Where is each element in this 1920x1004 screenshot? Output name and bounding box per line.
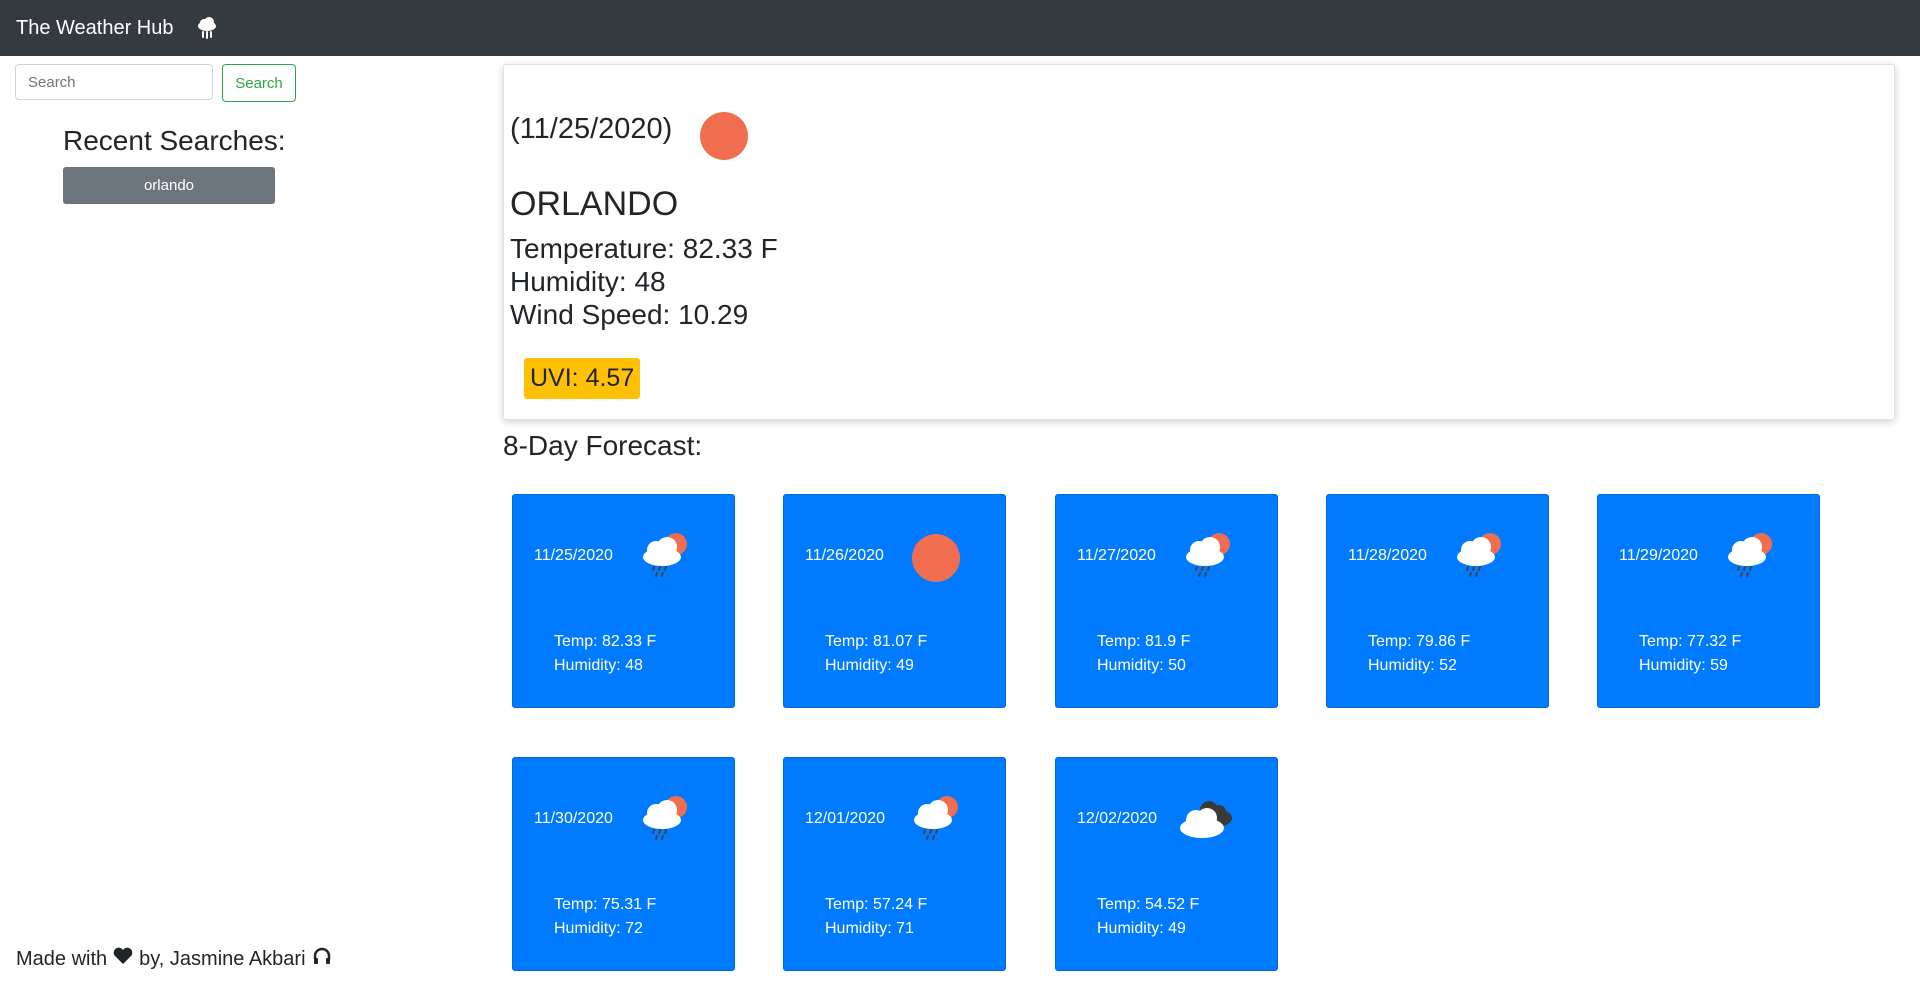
current-weather-card: (11/25/2020) ORLANDO Temperature: 82.33 … bbox=[503, 64, 1895, 420]
rain-sun-cloud-icon bbox=[908, 792, 962, 847]
uvi-badge: UVI: 4.57 bbox=[524, 358, 641, 399]
forecast-card: 11/27/2020 Temp: 81.9 F Humidity: 50 bbox=[1055, 494, 1278, 708]
current-temperature: Temperature: 82.33 F bbox=[510, 233, 778, 264]
forecast-temp: Temp: 79.86 F bbox=[1368, 633, 1471, 650]
forecast-date: 11/25/2020 bbox=[534, 547, 613, 564]
current-wind-speed: Wind Speed: 10.29 bbox=[510, 299, 749, 330]
forecast-temp: Temp: 81.07 F bbox=[825, 633, 928, 650]
rain-sun-cloud-icon bbox=[637, 792, 691, 847]
forecast-card: 12/02/2020 Temp: 54.52 F Humidity: 49 bbox=[1055, 757, 1278, 971]
forecast-humidity: Humidity: 72 bbox=[554, 920, 643, 937]
forecast-card: 11/29/2020 Temp: 77.32 F Humidity: 59 bbox=[1597, 494, 1820, 708]
forecast-humidity: Humidity: 52 bbox=[1368, 657, 1457, 674]
footer-made-with: Made with bbox=[16, 947, 108, 970]
headphones-icon bbox=[312, 946, 332, 972]
rain-sun-cloud-icon bbox=[1451, 529, 1505, 584]
forecast-card: 11/28/2020 Temp: 79.86 F Humidity: 52 bbox=[1326, 494, 1549, 708]
forecast-humidity: Humidity: 71 bbox=[825, 920, 914, 937]
current-humidity: Humidity: 48 bbox=[510, 266, 666, 297]
forecast-humidity: Humidity: 59 bbox=[1639, 657, 1728, 674]
search-input[interactable] bbox=[15, 64, 213, 100]
forecast-card: 11/25/2020 Temp: 82.33 F Humidity: 48 bbox=[512, 494, 735, 708]
heart-icon bbox=[113, 947, 133, 971]
forecast-humidity: Humidity: 50 bbox=[1097, 657, 1186, 674]
footer: Made with by, Jasmine Akbari bbox=[16, 946, 332, 972]
search-button[interactable]: Search bbox=[222, 64, 296, 102]
brand-title[interactable]: The Weather Hub bbox=[16, 17, 174, 40]
cloud-rain-icon bbox=[196, 17, 218, 39]
forecast-title: 8-Day Forecast: bbox=[503, 430, 703, 461]
forecast-temp: Temp: 54.52 F bbox=[1097, 896, 1200, 913]
forecast-card: 11/26/2020 Temp: 81.07 F Humidity: 49 bbox=[783, 494, 1006, 708]
recent-searches-title: Recent Searches: bbox=[63, 125, 286, 156]
city-name: ORLANDO bbox=[510, 185, 679, 223]
forecast-temp: Temp: 81.9 F bbox=[1097, 633, 1191, 650]
footer-author: by, Jasmine Akbari bbox=[139, 947, 306, 970]
recent-search-item[interactable]: orlando bbox=[63, 167, 275, 204]
sun-icon bbox=[911, 533, 961, 588]
forecast-card: 12/01/2020 Temp: 57.24 F Humidity: 71 bbox=[783, 757, 1006, 971]
forecast-date: 11/27/2020 bbox=[1077, 547, 1156, 564]
forecast-temp: Temp: 57.24 F bbox=[825, 896, 928, 913]
forecast-date: 11/28/2020 bbox=[1348, 547, 1427, 564]
overcast-clouds-icon bbox=[1174, 796, 1236, 847]
sun-icon bbox=[699, 111, 749, 166]
current-date: (11/25/2020) bbox=[510, 113, 673, 145]
forecast-temp: Temp: 77.32 F bbox=[1639, 633, 1742, 650]
forecast-date: 11/29/2020 bbox=[1619, 547, 1698, 564]
forecast-card: 11/30/2020 Temp: 75.31 F Humidity: 72 bbox=[512, 757, 735, 971]
forecast-date: 12/01/2020 bbox=[805, 810, 886, 827]
forecast-humidity: Humidity: 49 bbox=[825, 657, 914, 674]
forecast-date: 11/26/2020 bbox=[805, 547, 884, 564]
rain-sun-cloud-icon bbox=[1722, 529, 1776, 584]
forecast-temp: Temp: 82.33 F bbox=[554, 633, 657, 650]
forecast-humidity: Humidity: 48 bbox=[554, 657, 643, 674]
forecast-date: 11/30/2020 bbox=[534, 810, 613, 827]
rain-sun-cloud-icon bbox=[1180, 529, 1234, 584]
forecast-date: 12/02/2020 bbox=[1077, 810, 1158, 827]
navbar: The Weather Hub bbox=[0, 0, 1920, 56]
forecast-temp: Temp: 75.31 F bbox=[554, 896, 657, 913]
rain-sun-cloud-icon bbox=[637, 529, 691, 584]
forecast-humidity: Humidity: 49 bbox=[1097, 920, 1186, 937]
